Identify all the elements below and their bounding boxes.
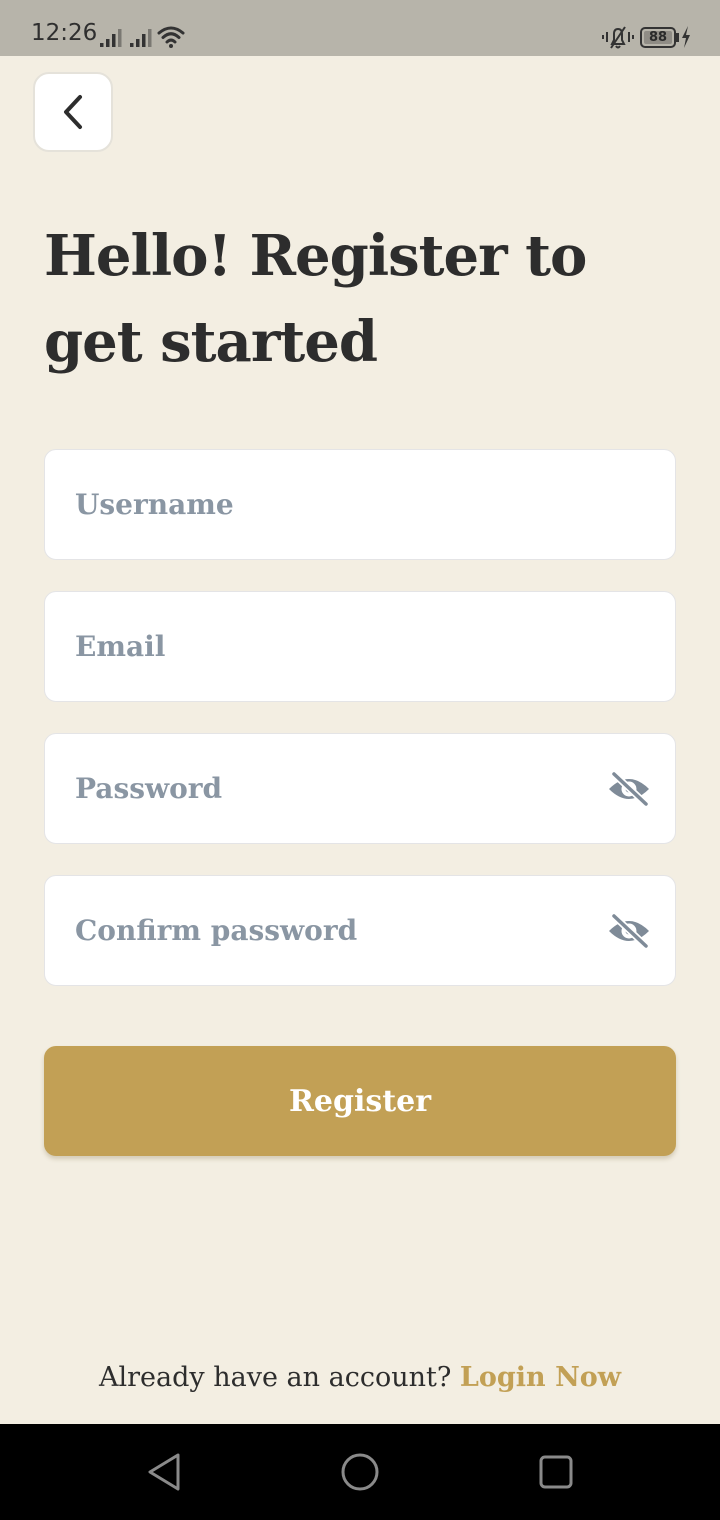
wifi-icon [157,26,185,48]
battery-nub [676,33,679,42]
confirm-password-field[interactable] [44,875,676,986]
login-now-link[interactable]: Login Now [460,1362,621,1393]
password-field[interactable] [44,733,676,844]
chevron-left-icon [64,95,82,129]
eye-off-icon [609,913,650,949]
cell-signal-icon [100,29,122,47]
username-field[interactable] [44,449,676,560]
circle-home-icon[interactable] [340,1452,380,1492]
page-title: Hello! Register to get started [44,223,587,375]
battery-indicator: 88 [640,27,676,48]
status-time: 12:26 [31,20,98,46]
eye-off-icon [609,771,650,807]
charging-icon [682,26,690,48]
email-field[interactable] [44,591,676,702]
password-visibility-toggle[interactable] [605,770,653,808]
battery-level: 88 [648,30,668,45]
confirm-password-input[interactable] [75,876,615,985]
password-input[interactable] [75,734,615,843]
back-button[interactable] [33,72,113,152]
username-input[interactable] [75,450,615,559]
status-bar: 12:26 88 [0,0,720,56]
square-recents-icon[interactable] [538,1454,574,1490]
confirm-password-visibility-toggle[interactable] [605,912,653,950]
login-prompt: Already have an account? Login Now [0,1358,720,1398]
register-button[interactable]: Register [44,1046,676,1156]
cell-signal-icon-2 [130,29,152,47]
vibrate-mute-icon [602,26,634,49]
triangle-back-icon[interactable] [146,1452,182,1492]
system-nav-bar [0,1424,720,1520]
email-input[interactable] [75,592,615,701]
login-prompt-text: Already have an account? [99,1362,452,1393]
